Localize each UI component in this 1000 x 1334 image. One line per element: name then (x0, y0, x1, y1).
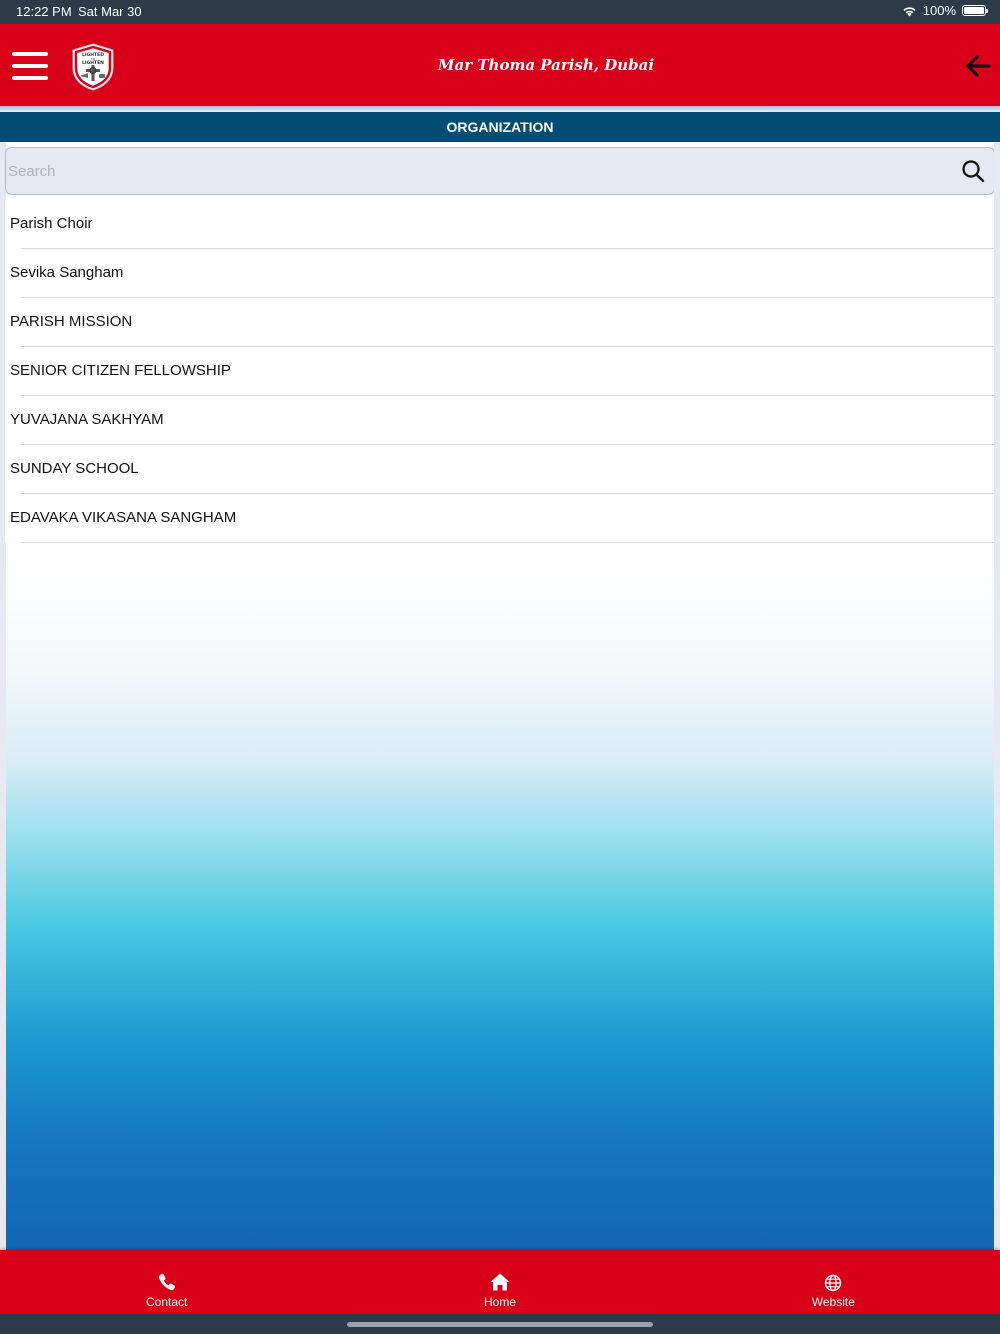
search-bar (5, 147, 995, 195)
list-item-sevika-sangham[interactable]: Sevika Sangham (5, 249, 995, 298)
list-item-label: SUNDAY SCHOOL (10, 460, 139, 477)
main-content: Parish Choir Sevika Sangham PARISH MISSI… (0, 142, 1000, 1250)
status-bar: 12:22 PM Sat Mar 30 100% (0, 0, 1000, 24)
tab-contact[interactable]: Contact (0, 1250, 333, 1314)
tab-website-label: Website (811, 1295, 855, 1309)
list-item-yuvajana-sakhyam[interactable]: YUVAJANA SAKHYAM (5, 396, 995, 445)
list-item-sunday-school[interactable]: SUNDAY SCHOOL (5, 445, 995, 494)
status-time: 12:22 PM (16, 4, 72, 19)
list-item-senior-citizen-fellowship[interactable]: SENIOR CITIZEN FELLOWSHIP (5, 347, 995, 396)
status-indicators: 100% (902, 3, 988, 18)
phone-icon (158, 1273, 175, 1291)
home-indicator[interactable] (347, 1322, 653, 1327)
list-item-parish-mission[interactable]: PARISH MISSION (5, 298, 995, 347)
wifi-icon (903, 6, 916, 16)
header-title: Mar Thoma Parish, Dubai (437, 56, 655, 74)
status-date: Sat Mar 30 (78, 4, 142, 19)
list-item-label: SENIOR CITIZEN FELLOWSHIP (10, 362, 231, 379)
battery-percent: 100% (922, 3, 956, 18)
search-input[interactable] (6, 148, 960, 194)
bottom-tab-bar: Contact Home Website (0, 1250, 1000, 1314)
list-item-label: EDAVAKA VIKASANA SANGHAM (10, 509, 237, 526)
section-title: ORGANIZATION (0, 112, 1000, 142)
globe-icon (825, 1274, 842, 1292)
search-icon[interactable] (960, 158, 986, 184)
tab-contact-label: Contact (145, 1295, 188, 1309)
battery-icon (962, 5, 988, 16)
list-item-edavaka-vikasana-sangham[interactable]: EDAVAKA VIKASANA SANGHAM (5, 494, 995, 543)
list-item-parish-choir[interactable]: Parish Choir (5, 200, 995, 249)
list-item-label: YUVAJANA SAKHYAM (10, 411, 164, 428)
list-item-label: Parish Choir (10, 215, 93, 232)
tab-website[interactable]: Website (667, 1250, 1000, 1314)
app-header: LIGHTED TO LIGHTEN Mar Thoma Parish, Dub… (0, 24, 1000, 106)
arrow-left-icon[interactable] (964, 52, 992, 80)
list-item-label: Sevika Sangham (10, 264, 124, 281)
home-icon (490, 1273, 510, 1291)
tab-home-label: Home (483, 1295, 516, 1309)
organization-list: Parish Choir Sevika Sangham PARISH MISSI… (5, 200, 995, 543)
tab-home[interactable]: Home (333, 1250, 666, 1314)
list-item-label: PARISH MISSION (10, 313, 133, 330)
